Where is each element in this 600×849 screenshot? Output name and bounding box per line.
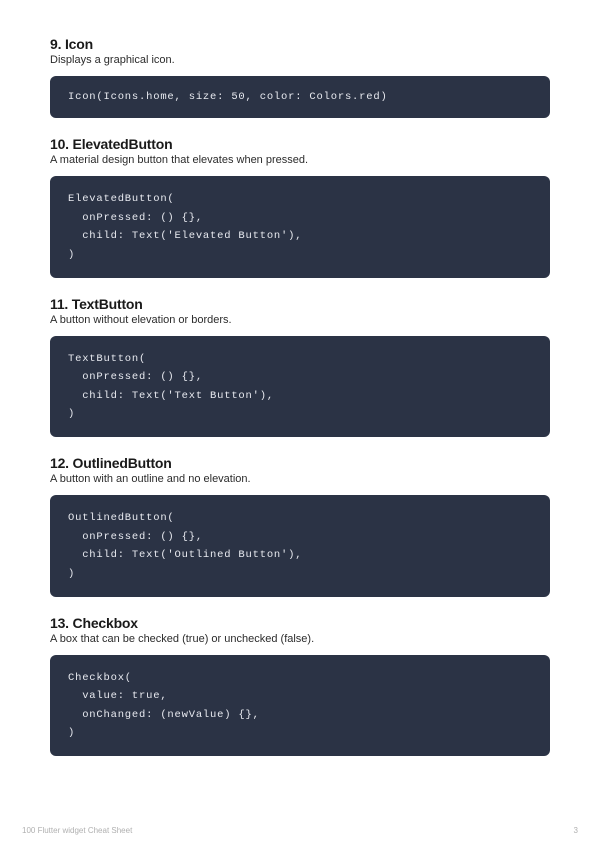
section-textbutton: 11. TextButton A button without elevatio… xyxy=(50,296,550,438)
page-number: 3 xyxy=(574,826,578,835)
section-icon: 9. Icon Displays a graphical icon. Icon(… xyxy=(50,36,550,118)
section-heading: 12. OutlinedButton xyxy=(50,455,550,471)
section-heading: 13. Checkbox xyxy=(50,615,550,631)
code-block: ElevatedButton( onPressed: () {}, child:… xyxy=(50,176,550,278)
section-description: A button with an outline and no elevatio… xyxy=(50,473,550,485)
section-description: A button without elevation or borders. xyxy=(50,314,550,326)
section-heading: 11. TextButton xyxy=(50,296,550,312)
page-content: 9. Icon Displays a graphical icon. Icon(… xyxy=(0,0,600,756)
section-description: Displays a graphical icon. xyxy=(50,54,550,66)
section-outlinedbutton: 12. OutlinedButton A button with an outl… xyxy=(50,455,550,597)
section-description: A material design button that elevates w… xyxy=(50,154,550,166)
footer-title: 100 Flutter widget Cheat Sheet xyxy=(22,826,132,835)
section-heading: 10. ElevatedButton xyxy=(50,136,550,152)
section-heading: 9. Icon xyxy=(50,36,550,52)
section-elevatedbutton: 10. ElevatedButton A material design but… xyxy=(50,136,550,278)
code-block: Icon(Icons.home, size: 50, color: Colors… xyxy=(50,76,550,118)
page-footer: 100 Flutter widget Cheat Sheet 3 xyxy=(0,826,600,835)
section-checkbox: 13. Checkbox A box that can be checked (… xyxy=(50,615,550,757)
code-block: Checkbox( value: true, onChanged: (newVa… xyxy=(50,655,550,757)
section-description: A box that can be checked (true) or unch… xyxy=(50,633,550,645)
code-block: TextButton( onPressed: () {}, child: Tex… xyxy=(50,336,550,438)
code-block: OutlinedButton( onPressed: () {}, child:… xyxy=(50,495,550,597)
